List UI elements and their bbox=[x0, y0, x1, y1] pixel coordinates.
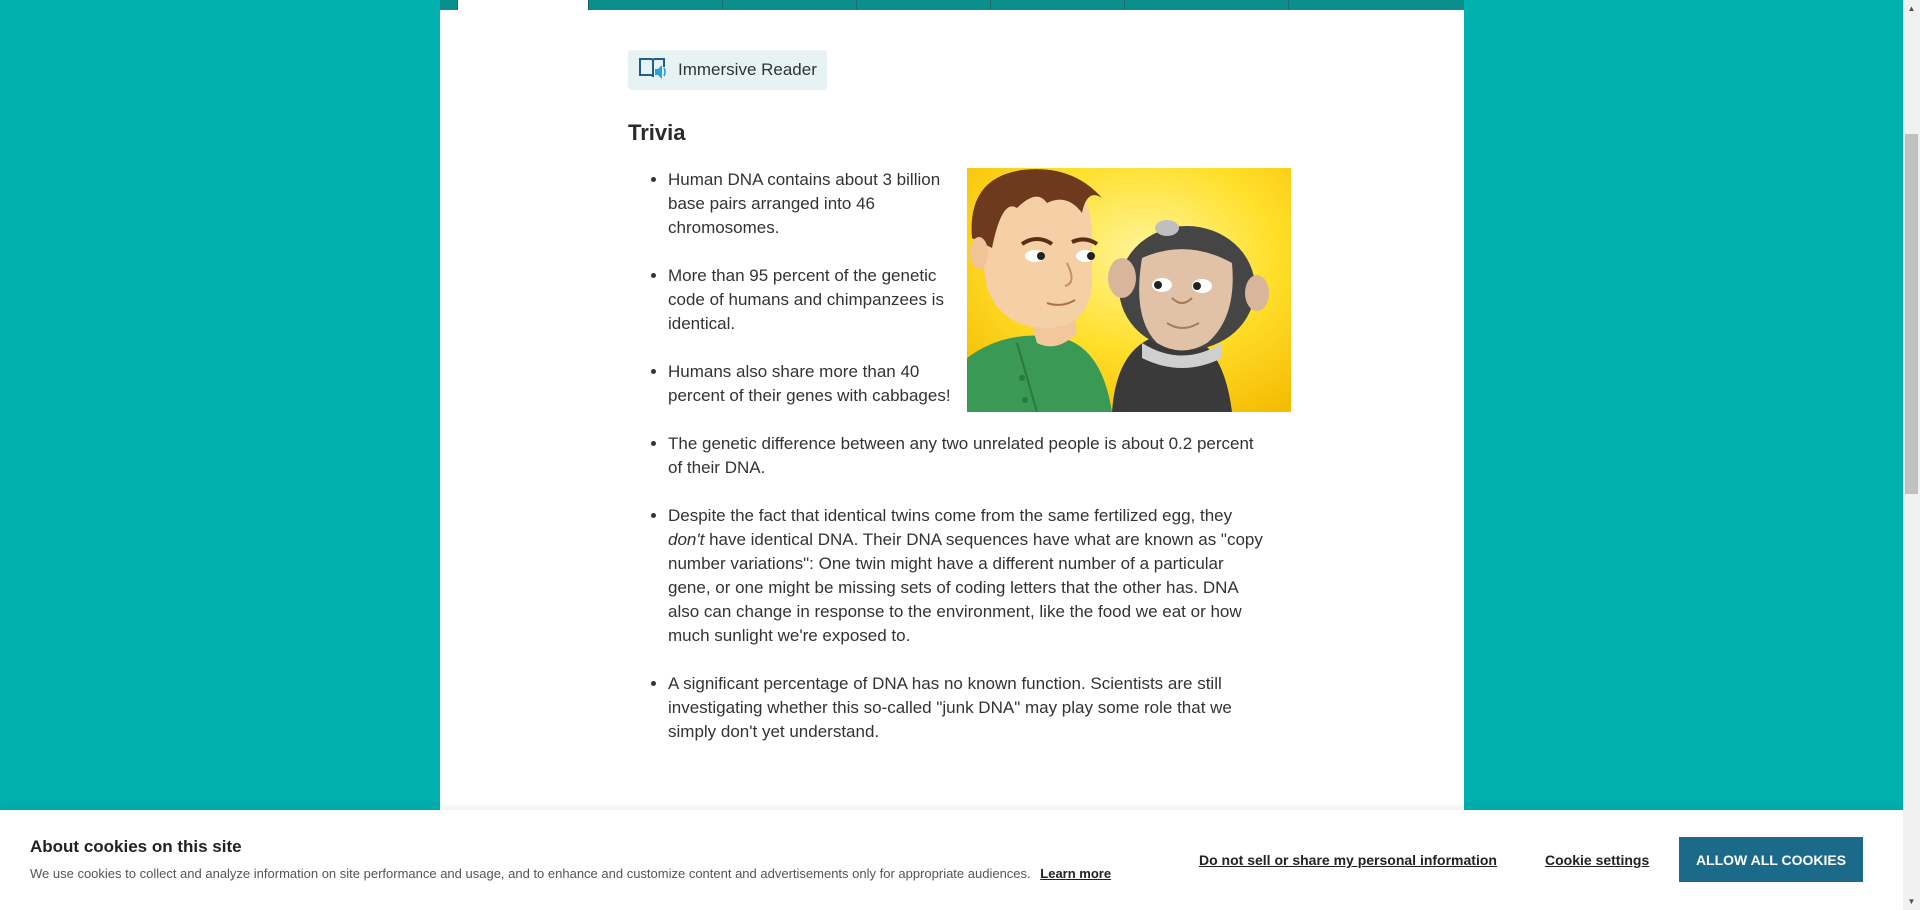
browser-viewport: Immersive Reader Trivia • Human DNA cont… bbox=[0, 0, 1903, 910]
trivia-item-5-emphasis: don't bbox=[668, 530, 705, 549]
trivia-item-4: The genetic difference between any two u… bbox=[668, 432, 1268, 480]
cookie-title: About cookies on this site bbox=[30, 837, 242, 856]
allow-all-cookies-button[interactable]: ALLOW ALL COOKIES bbox=[1679, 837, 1863, 882]
scrollbar-thumb[interactable] bbox=[1905, 134, 1918, 494]
immersive-reader-button[interactable]: Immersive Reader bbox=[628, 50, 827, 90]
tab-6[interactable] bbox=[1125, 0, 1289, 10]
article-content: Immersive Reader Trivia • Human DNA cont… bbox=[628, 50, 1291, 768]
do-not-sell-link[interactable]: Do not sell or share my personal informa… bbox=[1199, 852, 1497, 868]
trivia-section: Human DNA contains about 3 billion base … bbox=[628, 168, 1291, 744]
trivia-item-2: More than 95 percent of the genetic code… bbox=[668, 264, 953, 336]
scroll-up-arrow-icon[interactable]: ▲ bbox=[1903, 0, 1920, 17]
cookie-description-text: We use cookies to collect and analyze in… bbox=[30, 866, 1031, 881]
human-chimp-illustration bbox=[967, 168, 1291, 412]
trivia-item-5-text-after: have identical DNA. Their DNA sequences … bbox=[668, 530, 1263, 645]
section-title: Trivia bbox=[628, 120, 686, 145]
page-scrollbar[interactable]: ▲ ▼ bbox=[1903, 0, 1920, 910]
cookie-description: We use cookies to collect and analyze in… bbox=[30, 866, 1111, 881]
tab-2[interactable] bbox=[589, 0, 723, 10]
tab-active[interactable] bbox=[458, 0, 589, 10]
scroll-down-arrow-icon[interactable]: ▼ bbox=[1903, 893, 1920, 910]
tab-edge-left bbox=[440, 0, 458, 10]
article-page: Immersive Reader Trivia • Human DNA cont… bbox=[440, 0, 1464, 910]
learn-more-link[interactable]: Learn more bbox=[1040, 866, 1111, 881]
immersive-reader-icon bbox=[638, 55, 668, 86]
immersive-reader-label: Immersive Reader bbox=[678, 60, 817, 79]
tab-4[interactable] bbox=[857, 0, 991, 10]
trivia-item-5-text-before: Despite the fact that identical twins co… bbox=[668, 506, 1233, 525]
tab-3[interactable] bbox=[723, 0, 857, 10]
trivia-item-3: Humans also share more than 40 percent o… bbox=[668, 360, 953, 408]
trivia-item-5: Despite the fact that identical twins co… bbox=[668, 504, 1268, 648]
trivia-item-1: Human DNA contains about 3 billion base … bbox=[668, 168, 953, 240]
article-tab-bar bbox=[440, 0, 1464, 10]
cookie-settings-link[interactable]: Cookie settings bbox=[1545, 852, 1649, 868]
trivia-item-6: A significant percentage of DNA has no k… bbox=[668, 672, 1268, 744]
tab-5[interactable] bbox=[991, 0, 1125, 10]
cookie-banner: About cookies on this site We use cookie… bbox=[0, 810, 1903, 910]
